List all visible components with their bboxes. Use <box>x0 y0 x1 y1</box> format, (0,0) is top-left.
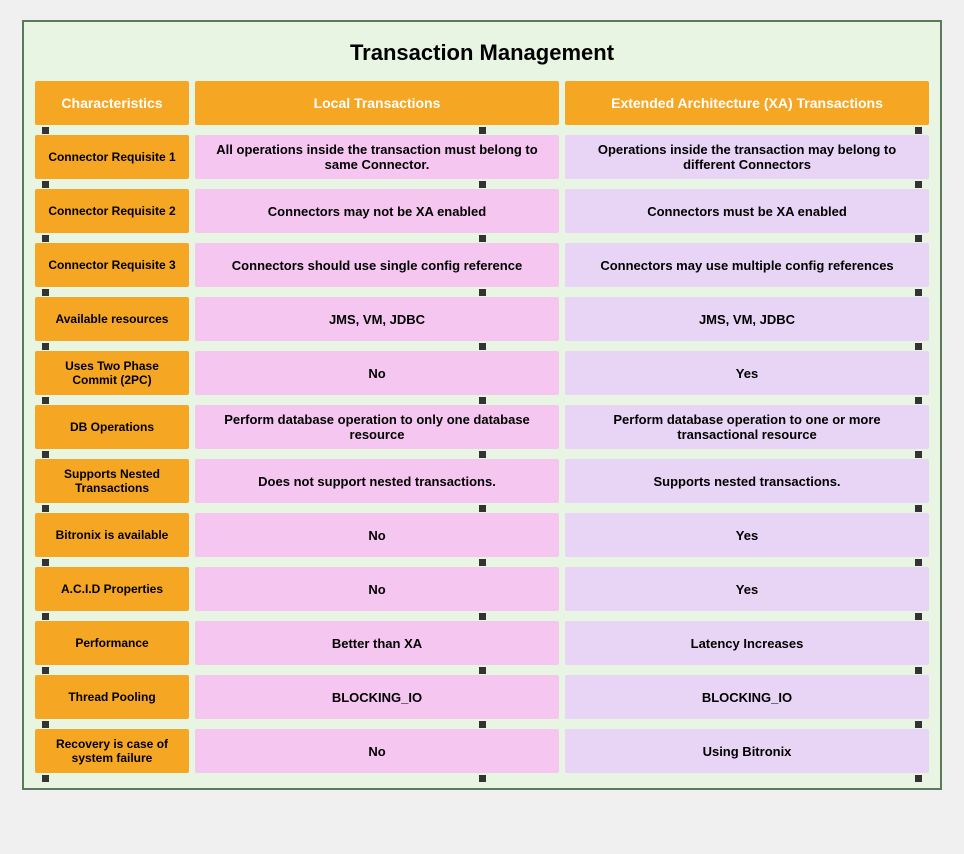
char-0: Connector Requisite 1 <box>35 135 189 179</box>
xa-0: Operations inside the transaction may be… <box>565 135 929 179</box>
local-6: Does not support nested transactions. <box>195 459 559 503</box>
local-4: No <box>195 351 559 395</box>
dot <box>479 343 486 350</box>
local-2: Connectors should use single config refe… <box>195 243 559 287</box>
dot <box>915 127 922 134</box>
dot <box>915 343 922 350</box>
dot <box>479 667 486 674</box>
dot <box>42 451 49 458</box>
xa-1: Connectors must be XA enabled <box>565 189 929 233</box>
char-9: Performance <box>35 621 189 665</box>
header-local: Local Transactions <box>195 81 559 125</box>
divider-3 <box>32 290 932 294</box>
dot <box>479 397 486 404</box>
divider-0 <box>32 128 932 132</box>
divider-6 <box>32 452 932 456</box>
dot <box>42 289 49 296</box>
local-10: BLOCKING_IO <box>195 675 559 719</box>
divider-10 <box>32 668 932 672</box>
local-11: No <box>195 729 559 773</box>
table-title: Transaction Management <box>32 30 932 78</box>
divider-12 <box>32 776 932 780</box>
dot <box>42 505 49 512</box>
dot <box>915 667 922 674</box>
char-1: Connector Requisite 2 <box>35 189 189 233</box>
char-2: Connector Requisite 3 <box>35 243 189 287</box>
dot <box>479 235 486 242</box>
char-10: Thread Pooling <box>35 675 189 719</box>
char-6: Supports Nested Transactions <box>35 459 189 503</box>
dot <box>915 721 922 728</box>
dot <box>915 235 922 242</box>
char-4: Uses Two Phase Commit (2PC) <box>35 351 189 395</box>
dot <box>479 181 486 188</box>
local-3: JMS, VM, JDBC <box>195 297 559 341</box>
xa-2: Connectors may use multiple config refer… <box>565 243 929 287</box>
divider-4 <box>32 344 932 348</box>
dot <box>915 505 922 512</box>
dot <box>42 235 49 242</box>
xa-3: JMS, VM, JDBC <box>565 297 929 341</box>
local-7: No <box>195 513 559 557</box>
local-0: All operations inside the transaction mu… <box>195 135 559 179</box>
dot <box>42 667 49 674</box>
header-xa: Extended Architecture (XA) Transactions <box>565 81 929 125</box>
dot <box>915 181 922 188</box>
xa-9: Latency Increases <box>565 621 929 665</box>
dot <box>915 613 922 620</box>
char-5: DB Operations <box>35 405 189 449</box>
xa-8: Yes <box>565 567 929 611</box>
char-7: Bitronix is available <box>35 513 189 557</box>
xa-10: BLOCKING_IO <box>565 675 929 719</box>
xa-11: Using Bitronix <box>565 729 929 773</box>
table-grid: Characteristics Local Transactions Exten… <box>32 78 932 780</box>
transaction-management-table: Transaction Management Characteristics L… <box>22 20 942 790</box>
dot <box>479 613 486 620</box>
dot <box>42 343 49 350</box>
local-9: Better than XA <box>195 621 559 665</box>
divider-8 <box>32 560 932 564</box>
dot <box>42 397 49 404</box>
dot <box>915 775 922 782</box>
dot <box>479 289 486 296</box>
dot <box>915 289 922 296</box>
dot <box>479 451 486 458</box>
dot <box>479 721 486 728</box>
local-5: Perform database operation to only one d… <box>195 405 559 449</box>
dot <box>42 559 49 566</box>
dot <box>915 397 922 404</box>
dot <box>42 181 49 188</box>
dot <box>479 559 486 566</box>
dot <box>479 775 486 782</box>
char-11: Recovery is case of system failure <box>35 729 189 773</box>
local-1: Connectors may not be XA enabled <box>195 189 559 233</box>
divider-1 <box>32 182 932 186</box>
divider-2 <box>32 236 932 240</box>
dot <box>42 721 49 728</box>
divider-5 <box>32 398 932 402</box>
header-characteristics: Characteristics <box>35 81 189 125</box>
xa-6: Supports nested transactions. <box>565 459 929 503</box>
dot <box>42 613 49 620</box>
divider-7 <box>32 506 932 510</box>
dot <box>915 451 922 458</box>
local-8: No <box>195 567 559 611</box>
divider-9 <box>32 614 932 618</box>
dot <box>915 559 922 566</box>
dot <box>42 775 49 782</box>
xa-5: Perform database operation to one or mor… <box>565 405 929 449</box>
dot <box>42 127 49 134</box>
xa-7: Yes <box>565 513 929 557</box>
dot <box>479 505 486 512</box>
divider-11 <box>32 722 932 726</box>
xa-4: Yes <box>565 351 929 395</box>
dot <box>479 127 486 134</box>
char-8: A.C.I.D Properties <box>35 567 189 611</box>
char-3: Available resources <box>35 297 189 341</box>
